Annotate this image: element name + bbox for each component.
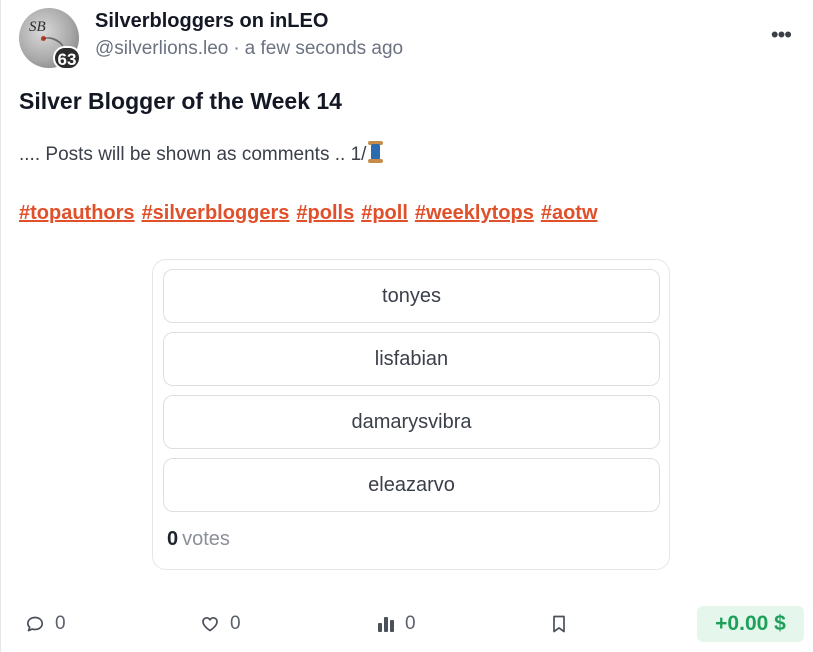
post-timestamp: a few seconds ago [244,38,404,59]
post-header: SB 63 Silverbloggers on inLEO @silverlio… [19,8,799,70]
poll-option-damarysvibra[interactable]: damarysvibra [163,395,660,449]
like-button[interactable]: 0 [200,612,241,636]
tag-weeklytops[interactable]: #weeklytops [415,202,534,224]
vote-count-number: 0 [167,528,179,550]
stats-count: 0 [405,613,416,634]
bar-chart-icon [378,617,394,632]
author-handle[interactable]: @silverlions.leo [95,38,228,59]
meta-separator: · [233,38,240,59]
comment-icon [26,616,44,632]
post-body-text: .... Posts will be shown as comments .. … [19,144,367,165]
tag-polls[interactable]: #polls [296,202,354,224]
poll-option-tonyes[interactable]: tonyes [163,269,660,323]
post-body: .... Posts will be shown as comments .. … [19,141,384,166]
post-card: SB 63 Silverbloggers on inLEO @silverlio… [0,0,813,652]
tag-poll[interactable]: #poll [361,202,408,224]
tag-topauthors[interactable]: #topauthors [19,202,135,224]
poll-option-lisfabian[interactable]: lisfabian [163,332,660,386]
more-options-icon[interactable]: ••• [771,22,792,48]
author-name[interactable]: Silverbloggers on inLEO [95,10,328,33]
avatar-monogram: SB [29,19,46,35]
payout-badge[interactable]: +0.00 $ [697,606,804,642]
reputation-badge: 63 [53,46,81,70]
poll-vote-count: 0 votes [167,528,230,551]
post-title: Silver Blogger of the Week 14 [19,88,342,114]
poll: tonyes lisfabian damarysvibra eleazarvo … [152,259,670,570]
spool-of-thread-icon [368,141,384,163]
stats-button[interactable]: 0 [377,612,416,636]
tag-list: #topauthors #silverbloggers #polls #poll #we… [19,202,605,225]
bookmark-icon [553,615,565,633]
comment-count: 0 [55,613,66,634]
post-meta: @silverlions.leo · a few seconds ago [95,38,403,60]
bookmark-button[interactable] [550,612,578,636]
post-actions: 0 0 0 +0.00 $ [1,596,813,646]
tag-silverbloggers[interactable]: #silverbloggers [142,202,290,224]
vote-count-label: votes [182,528,230,550]
heart-icon [202,616,218,632]
like-count: 0 [230,613,241,634]
tag-aotw[interactable]: #aotw [541,202,598,224]
comment-button[interactable]: 0 [25,612,66,636]
poll-option-eleazarvo[interactable]: eleazarvo [163,458,660,512]
